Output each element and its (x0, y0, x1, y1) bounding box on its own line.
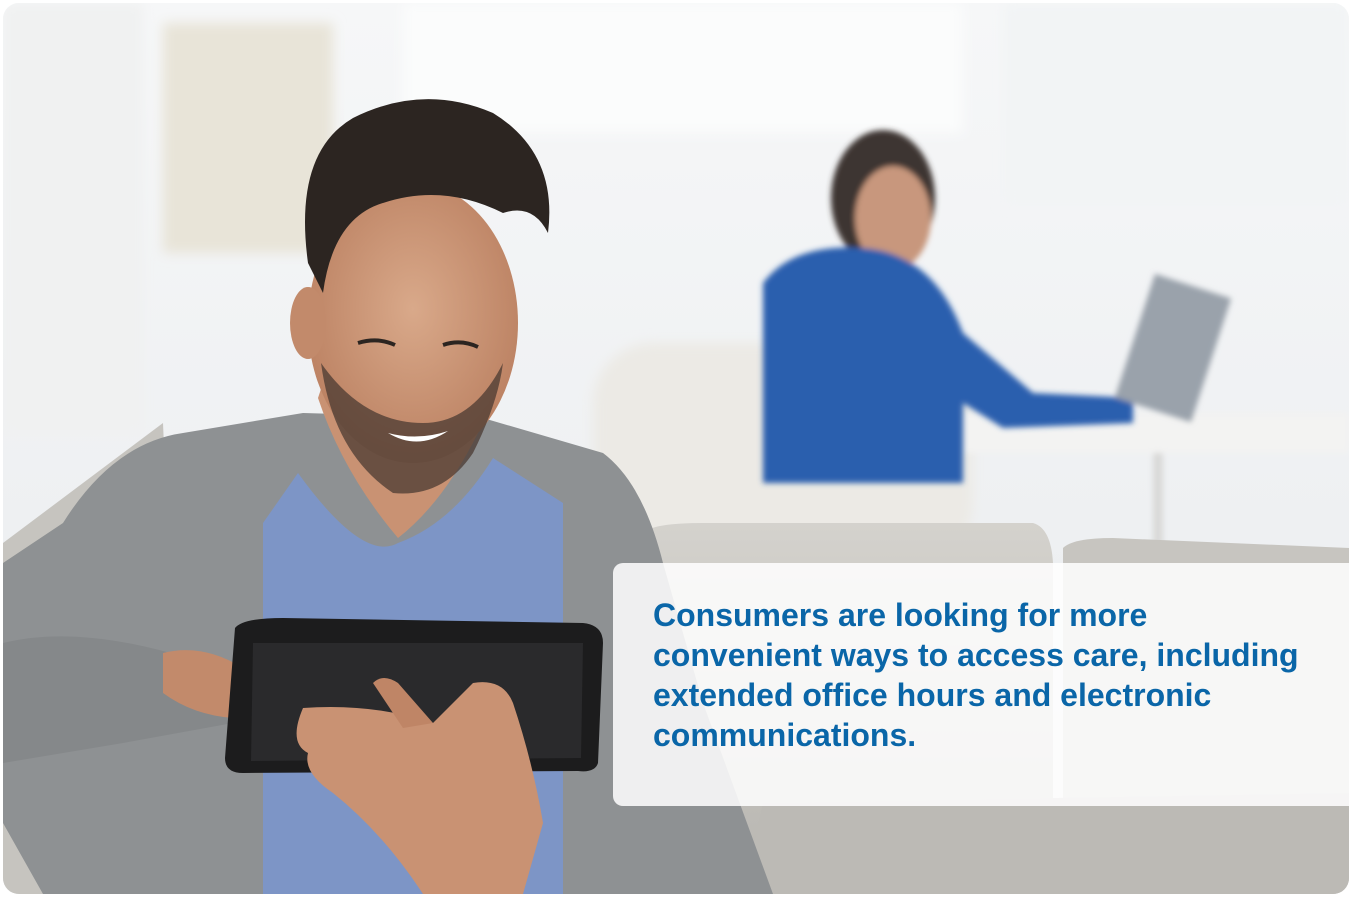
caption-text: Consumers are looking for more convenien… (653, 597, 1299, 753)
image-frame: Consumers are looking for more convenien… (3, 3, 1349, 894)
caption-box: Consumers are looking for more convenien… (613, 563, 1349, 806)
